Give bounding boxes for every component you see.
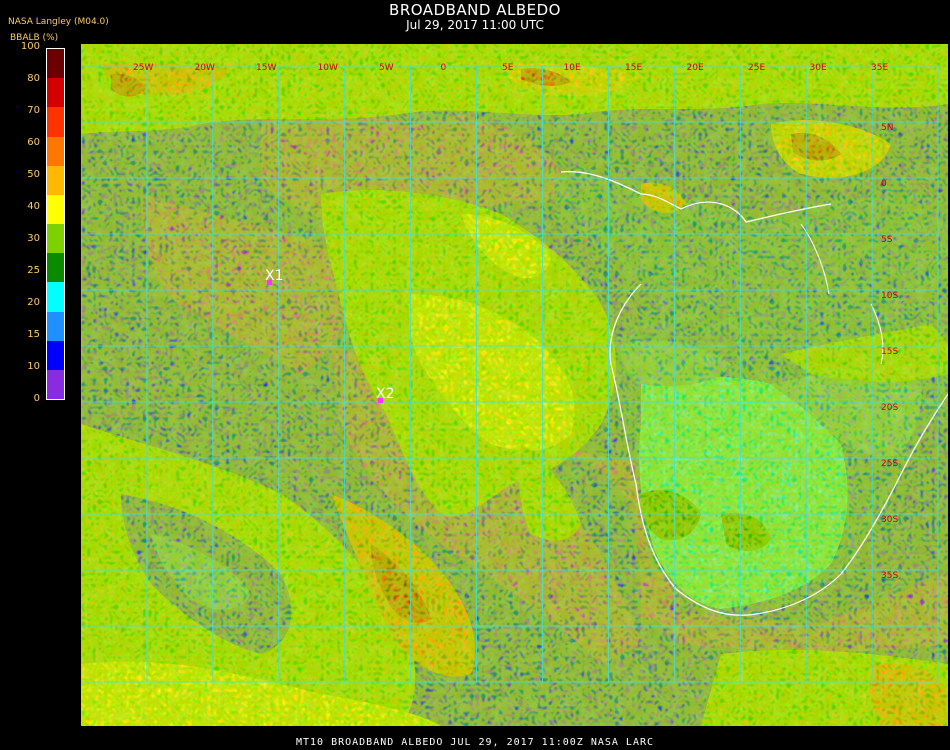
latitude-label: 5S xyxy=(881,235,893,245)
longitude-label: 15W xyxy=(256,63,276,73)
longitude-label: 20W xyxy=(195,63,215,73)
latitude-label: 0 xyxy=(881,179,887,189)
colorbar-segment xyxy=(47,49,64,79)
colorbar-tick-label: 80 xyxy=(27,73,40,84)
marker-x2-dot xyxy=(378,398,383,403)
map-title: BROADBAND ALBEDO xyxy=(389,1,561,19)
source-label: NASA Langley (M04.0) xyxy=(8,17,109,27)
satellite-image: 25W 20W 15W 10W 5W 0 5E 10E 15E 20E 25E 30E 35E 5N 0 5S… xyxy=(81,44,948,726)
colorbar-tick-label: 20 xyxy=(27,297,40,308)
colorbar-tick-label: 40 xyxy=(27,201,40,212)
longitude-label: 10W xyxy=(318,63,338,73)
latitude-label: 15S xyxy=(881,347,898,357)
marker-x1: X1 xyxy=(265,268,284,285)
colorbar-segment xyxy=(47,136,64,166)
longitude-label: 30E xyxy=(810,63,827,73)
longitude-label: 20E xyxy=(687,63,704,73)
colorbar-tick-label: 100 xyxy=(20,41,40,52)
marker-x1-dot xyxy=(267,280,272,285)
colorbar-segment xyxy=(47,107,64,137)
longitude-label: 10E xyxy=(564,63,581,73)
colorbar-tick-label: 10 xyxy=(27,361,40,372)
latitude-label: 25S xyxy=(881,459,898,469)
colorbar-tick-label: 30 xyxy=(27,233,40,244)
longitude-label: 0 xyxy=(441,63,447,73)
colorbar-segment xyxy=(47,282,64,312)
colorbar xyxy=(46,48,65,400)
colorbar-segment xyxy=(47,340,64,370)
colorbar-segment xyxy=(47,78,64,108)
colorbar-tick-label: 0 xyxy=(33,393,40,404)
colorbar-tick-label: 50 xyxy=(27,169,40,180)
footer-caption: MT10 BROADBAND ALBEDO JUL 29, 2017 11:00… xyxy=(295,737,655,748)
albedo-map: 25W 20W 15W 10W 5W 0 5E 10E 15E 20E 25E 30E 35E 5N 0 5S… xyxy=(81,44,948,726)
latitude-label: 20S xyxy=(881,403,898,413)
longitude-label: 15E xyxy=(625,63,642,73)
longitude-label: 5W xyxy=(379,63,394,73)
colorbar-tick-label: 15 xyxy=(27,329,40,340)
colorbar-segment xyxy=(47,311,64,341)
longitude-label: 35E xyxy=(871,63,888,73)
colorbar-segment xyxy=(47,369,64,400)
longitude-label: 5E xyxy=(502,63,514,73)
latitude-label: 35S xyxy=(881,571,898,581)
latitude-label: 30S xyxy=(881,515,898,525)
map-timestamp: Jul 29, 2017 11:00 UTC xyxy=(406,18,544,32)
colorbar-tick-label: 70 xyxy=(27,105,40,116)
colorbar-segment xyxy=(47,194,64,225)
longitude-label: 25E xyxy=(748,63,765,73)
colorbar-segment xyxy=(47,224,64,254)
colorbar-tick-label: 60 xyxy=(27,137,40,148)
colorbar-segment xyxy=(47,253,64,283)
longitude-label: 25W xyxy=(133,63,153,73)
colorbar-segment xyxy=(47,165,64,195)
colorbar-tick-label: 25 xyxy=(27,265,40,276)
latitude-label: 10S xyxy=(881,291,898,301)
marker-x2: X2 xyxy=(376,386,395,403)
latitude-label: 5N xyxy=(881,123,893,133)
